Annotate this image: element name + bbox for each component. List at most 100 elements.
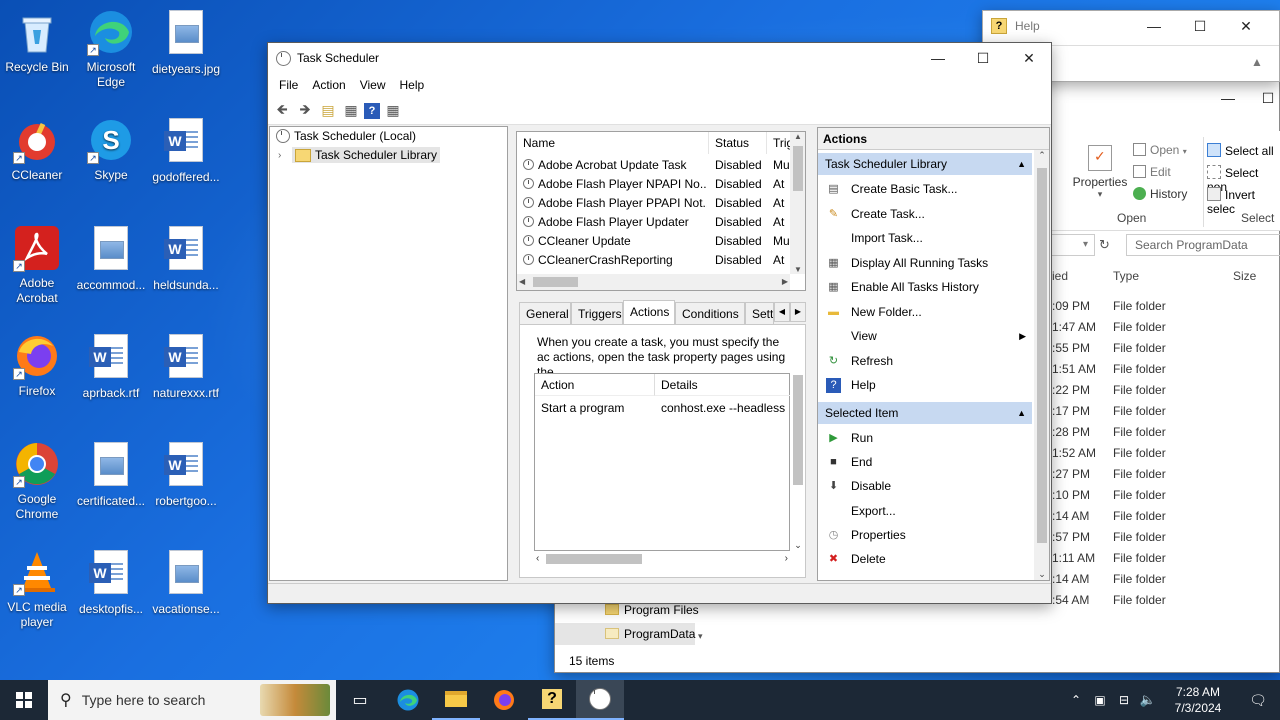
tree-item-local[interactable]: Task Scheduler (Local) [276, 129, 416, 143]
ribbon-properties-button[interactable]: ✓ Properties ▾ [1070, 145, 1130, 200]
explorer-row-modified[interactable]: :54 AM [1052, 593, 1089, 607]
start-button[interactable] [0, 680, 48, 720]
forward-arrow-icon[interactable]: 🡺 [295, 101, 315, 121]
hscroll-thumb[interactable] [533, 277, 578, 287]
action-import-task[interactable]: Import Task... [822, 226, 1032, 250]
taskbar-help[interactable]: ? [528, 680, 576, 720]
expand-chevron-icon[interactable]: › [278, 150, 288, 161]
tab-scroll-right-icon[interactable]: ▶ [790, 302, 806, 322]
action-create-task[interactable]: ✎ Create Task... [822, 202, 1032, 226]
task-view-button[interactable]: ▭ [336, 680, 384, 720]
tab-scroll-left-icon[interactable]: ◀ [774, 302, 790, 322]
task-scheduler-window[interactable]: Task Scheduler — ☐ ✕ File Action View He… [267, 42, 1052, 604]
scroll-right-icon[interactable]: ▶ [782, 274, 788, 290]
show-hide-action-pane-icon[interactable]: ▦ [383, 101, 403, 121]
help-maximize-button[interactable]: ☐ [1177, 11, 1223, 41]
explorer-row-type[interactable]: File folder [1113, 593, 1166, 607]
action-end[interactable]: ■ End [822, 450, 1032, 474]
back-arrow-icon[interactable]: 🡸 [272, 101, 292, 121]
taskbar-file-explorer[interactable] [432, 680, 480, 720]
desktop-icon-adobe-acrobat[interactable]: ↗ Adobe Acrobat [0, 224, 74, 306]
tab-triggers[interactable]: Triggers [571, 302, 623, 324]
desktop-icon-dietyears[interactable]: dietyears.jpg [149, 8, 223, 77]
desktop-icon-desktopfis[interactable]: W desktopfis... [74, 548, 148, 617]
column-size[interactable]: Size [1233, 269, 1256, 283]
taskbar-edge[interactable] [384, 680, 432, 720]
task-list-vscroll[interactable]: ▲ ▼ [790, 132, 805, 274]
volume-icon[interactable]: 🔈 [1136, 692, 1160, 708]
explorer-row-modified[interactable]: 1:11 AM [1052, 551, 1095, 565]
desktop-icon-ccleaner[interactable]: ↗ CCleaner [0, 116, 74, 183]
explorer-row-type[interactable]: File folder [1113, 362, 1166, 376]
column-type[interactable]: Type [1113, 269, 1139, 283]
explorer-row-modified[interactable]: :57 PM [1052, 530, 1090, 544]
scroll-down-icon[interactable]: ▼ [790, 265, 805, 274]
explorer-row-type[interactable]: File folder [1113, 530, 1166, 544]
menu-action[interactable]: Action [305, 78, 352, 92]
explorer-row-type[interactable]: File folder [1113, 320, 1166, 334]
nav-item-program-files[interactable]: Program Files [605, 603, 699, 617]
clock[interactable]: 7:28 AM 7/3/2024 [1160, 684, 1236, 716]
task-list-hscroll[interactable]: ◀ ▶ [517, 274, 790, 290]
desktop-icon-edge[interactable]: ↗ Microsoft Edge [74, 8, 148, 90]
desktop-icon-chrome[interactable]: ↗ Google Chrome [0, 440, 74, 522]
column-status[interactable]: Status [709, 132, 767, 154]
ethernet-icon[interactable]: ⊟ [1112, 693, 1136, 707]
explorer-maximize-button[interactable]: ☐ [1245, 83, 1280, 113]
tab-actions[interactable]: Actions [623, 300, 675, 324]
explorer-row-modified[interactable]: :14 AM [1052, 572, 1089, 586]
help-minimize-button[interactable]: — [1131, 11, 1177, 41]
help-icon[interactable]: ? [364, 102, 380, 119]
scroll-up-icon[interactable]: ⌃ [1034, 150, 1049, 161]
taskbar-task-scheduler[interactable] [576, 680, 624, 720]
tab-general[interactable]: General [519, 302, 571, 324]
task-row[interactable]: Adobe Flash Player PPAPI Not... Disabled A… [517, 194, 797, 213]
menu-help[interactable]: Help [393, 78, 432, 92]
desktop-icon-vlc[interactable]: ↗ VLC media player [0, 548, 74, 630]
column-date-modified[interactable]: ied [1052, 269, 1068, 283]
column-name[interactable]: Name [517, 132, 709, 154]
task-row[interactable]: CCleaner Update Disabled Mu [517, 232, 797, 251]
network-icon[interactable]: ▣ [1088, 693, 1112, 707]
explorer-row-modified[interactable]: :14 AM [1052, 509, 1089, 523]
action-delete[interactable]: ✖ Delete [822, 547, 1032, 571]
explorer-row-modified[interactable]: :10 PM [1052, 488, 1090, 502]
section-task-scheduler-library[interactable]: Task Scheduler Library ▲ [818, 153, 1032, 175]
desktop-icon-firefox[interactable]: ↗ Firefox [0, 332, 74, 399]
hscroll-thumb[interactable] [546, 554, 642, 564]
close-button[interactable]: ✕ [1006, 43, 1052, 73]
column-details[interactable]: Details [655, 374, 791, 396]
explorer-row-modified[interactable]: :22 PM [1052, 383, 1090, 397]
explorer-row-type[interactable]: File folder [1113, 551, 1166, 565]
explorer-row-type[interactable]: File folder [1113, 572, 1166, 586]
menu-view[interactable]: View [353, 78, 393, 92]
section-selected-item[interactable]: Selected Item ▲ [818, 402, 1032, 424]
scroll-thumb[interactable] [793, 375, 803, 485]
refresh-icon[interactable]: ↻ [1099, 237, 1110, 253]
help-scroll-up-icon[interactable]: ▲ [1251, 55, 1263, 69]
explorer-row-modified[interactable]: 1:47 AM [1052, 320, 1096, 334]
desktop-icon-naturexxx[interactable]: W naturexxx.rtf [149, 332, 223, 401]
scroll-down-icon[interactable]: ⌄ [790, 540, 805, 551]
action-help[interactable]: ? Help [822, 373, 1032, 397]
task-row[interactable]: Adobe Flash Player NPAPI No... Disabled At [517, 175, 797, 194]
taskbar-firefox[interactable] [480, 680, 528, 720]
task-row[interactable]: Adobe Acrobat Update Task Disabled Mu [517, 156, 797, 175]
explorer-row-modified[interactable]: :17 PM [1052, 404, 1090, 418]
action-display-all-running-tasks[interactable]: ▦ Display All Running Tasks [822, 251, 1032, 275]
actions-panel-hscroll[interactable]: ‹ › [534, 551, 790, 567]
explorer-row-modified[interactable]: 1:52 AM [1052, 446, 1096, 460]
ribbon-edit-button[interactable]: Edit [1133, 165, 1171, 179]
tab-conditions[interactable]: Conditions [675, 302, 745, 324]
minimize-button[interactable]: — [915, 43, 961, 73]
desktop-icon-heldsunda[interactable]: W heldsunda... [149, 224, 223, 293]
action-export[interactable]: Export... [822, 499, 1032, 523]
desktop-icon-certificated[interactable]: certificated... [74, 440, 148, 509]
ribbon-open-button[interactable]: Open ▾ [1133, 143, 1187, 157]
explorer-row-modified[interactable]: :27 PM [1052, 467, 1090, 481]
explorer-row-type[interactable]: File folder [1113, 383, 1166, 397]
collapse-arrow-icon[interactable]: ▲ [1017, 402, 1026, 424]
explorer-row-modified[interactable]: :28 PM [1052, 425, 1090, 439]
actions-pane-vscroll[interactable]: ⌃ ⌄ [1034, 150, 1049, 580]
column-action[interactable]: Action [535, 374, 655, 396]
